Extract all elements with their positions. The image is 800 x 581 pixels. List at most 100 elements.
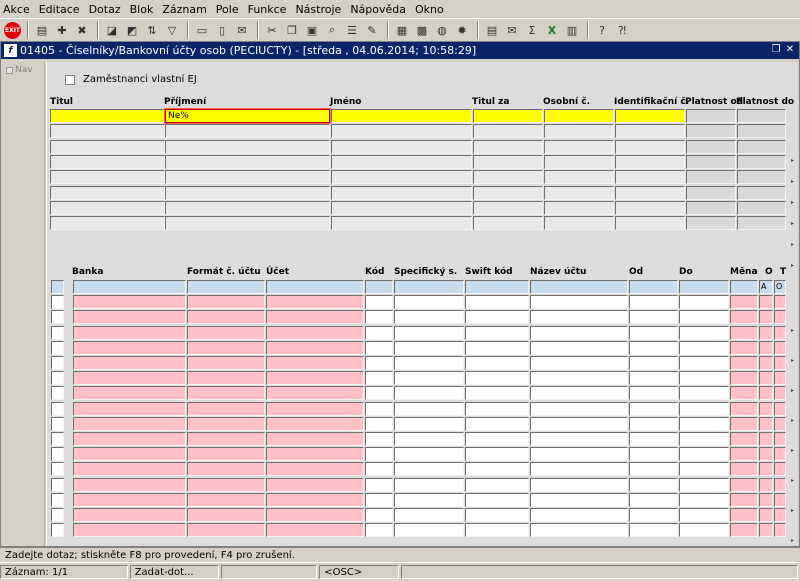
person-titul-za-field[interactable] [473, 216, 543, 231]
account-ucet-field[interactable] [266, 280, 364, 294]
account-mena-field[interactable] [730, 295, 758, 310]
account-ucet-field[interactable] [266, 340, 364, 355]
person-prijmeni-field[interactable] [165, 154, 330, 169]
person-osobni-c-field[interactable] [544, 154, 614, 169]
account-kod-field[interactable] [365, 310, 393, 325]
account-o-field[interactable] [759, 432, 773, 446]
account-format-c-uctu-field[interactable] [187, 325, 265, 340]
person-jmeno-field[interactable] [331, 139, 472, 154]
account-specificky-s-field[interactable] [394, 280, 464, 294]
person-platnost-do-field[interactable] [737, 109, 786, 123]
person-jmeno-field[interactable] [331, 200, 472, 215]
account-od-field[interactable] [629, 492, 678, 507]
account-od-field[interactable] [629, 371, 678, 386]
account-specificky-s-field[interactable] [394, 416, 464, 431]
account-nazev-uctu-field[interactable] [530, 492, 628, 507]
account-od-field[interactable] [629, 462, 678, 477]
account-t-field[interactable] [774, 508, 786, 522]
person-osobni-c-field[interactable] [544, 200, 614, 215]
account-o-field[interactable] [759, 492, 773, 507]
account-swift-kod-field[interactable] [465, 432, 529, 446]
account-ucet-field[interactable] [266, 432, 364, 446]
help-icon[interactable]: ? [593, 21, 611, 39]
account-nazev-uctu-field[interactable] [530, 508, 628, 522]
account-mena-field[interactable] [730, 356, 758, 370]
person-prijmeni-field[interactable] [165, 139, 330, 154]
account-t-field[interactable] [774, 295, 786, 310]
account-nazev-uctu-field[interactable] [530, 477, 628, 492]
account-kod-field[interactable] [365, 340, 393, 355]
account-select-field[interactable] [51, 280, 64, 294]
account-od-field[interactable] [629, 386, 678, 401]
account-swift-kod-field[interactable] [465, 477, 529, 492]
account-swift-kod-field[interactable] [465, 401, 529, 416]
account-mena-field[interactable] [730, 523, 758, 538]
mail-merge-icon[interactable]: ✉ [503, 21, 521, 39]
person-osobni-c-field[interactable] [544, 170, 614, 185]
account-od-field[interactable] [629, 325, 678, 340]
person-osobni-c-field[interactable] [544, 216, 614, 231]
account-format-c-uctu-field[interactable] [187, 432, 265, 446]
account-banka-field[interactable] [73, 508, 186, 522]
account-t-field[interactable] [774, 462, 786, 477]
account-banka-field[interactable] [73, 295, 186, 310]
account-t-field[interactable] [774, 310, 786, 325]
account-ucet-field[interactable] [266, 492, 364, 507]
account-nazev-uctu-field[interactable] [530, 432, 628, 446]
menu-blok[interactable]: Blok [130, 3, 154, 16]
account-o-field[interactable] [759, 477, 773, 492]
account-format-c-uctu-field[interactable] [187, 310, 265, 325]
account-nazev-uctu-field[interactable] [530, 386, 628, 401]
person-titul-field[interactable] [50, 109, 165, 123]
menu-dotaz[interactable]: Dotaz [89, 3, 121, 16]
account-o-field[interactable] [759, 356, 773, 370]
person-platnost-do-field[interactable] [737, 216, 786, 231]
person-platnost-do-field[interactable] [737, 124, 786, 139]
person-osobni-c-field[interactable] [544, 124, 614, 139]
account-kod-field[interactable] [365, 356, 393, 370]
account-swift-kod-field[interactable] [465, 416, 529, 431]
person-prijmeni-field[interactable] [165, 216, 330, 231]
menu-nastroje[interactable]: Nástroje [295, 3, 341, 16]
account-od-field[interactable] [629, 356, 678, 370]
account-specificky-s-field[interactable] [394, 447, 464, 462]
account-o-field[interactable] [759, 310, 773, 325]
account-swift-kod-field[interactable] [465, 386, 529, 401]
person-platnost-od-field[interactable] [686, 154, 736, 169]
person-osobni-c-field[interactable] [544, 109, 614, 123]
account-do-field[interactable] [679, 340, 729, 355]
person-platnost-do-field[interactable] [737, 200, 786, 215]
person-jmeno-field[interactable] [331, 185, 472, 200]
menu-editace[interactable]: Editace [39, 3, 80, 16]
account-select-field[interactable] [51, 477, 64, 492]
account-swift-kod-field[interactable] [465, 340, 529, 355]
account-do-field[interactable] [679, 523, 729, 538]
whats-this-icon[interactable]: ⁈ [613, 21, 631, 39]
account-format-c-uctu-field[interactable] [187, 401, 265, 416]
account-nazev-uctu-field[interactable] [530, 462, 628, 477]
person-platnost-od-field[interactable] [686, 185, 736, 200]
account-nazev-uctu-field[interactable] [530, 371, 628, 386]
account-mena-field[interactable] [730, 340, 758, 355]
account-ucet-field[interactable] [266, 523, 364, 538]
person-titul-za-field[interactable] [473, 200, 543, 215]
person-titul-field[interactable] [50, 124, 165, 139]
account-banka-field[interactable] [73, 401, 186, 416]
person-prijmeni-field[interactable] [165, 170, 330, 185]
account-format-c-uctu-field[interactable] [187, 280, 265, 294]
person-titul-za-field[interactable] [473, 170, 543, 185]
attach-icon[interactable]: ▯ [213, 21, 231, 39]
account-t-field[interactable] [774, 356, 786, 370]
person-identifikacni-c-field[interactable] [615, 185, 685, 200]
account-od-field[interactable] [629, 401, 678, 416]
excel-icon[interactable]: X [543, 21, 561, 39]
account-swift-kod-field[interactable] [465, 371, 529, 386]
paste-icon[interactable]: ▣ [303, 21, 321, 39]
account-do-field[interactable] [679, 325, 729, 340]
account-t-field[interactable] [774, 401, 786, 416]
account-t-field[interactable] [774, 523, 786, 538]
account-mena-field[interactable] [730, 477, 758, 492]
person-platnost-od-field[interactable] [686, 109, 736, 123]
account-banka-field[interactable] [73, 447, 186, 462]
account-do-field[interactable] [679, 462, 729, 477]
